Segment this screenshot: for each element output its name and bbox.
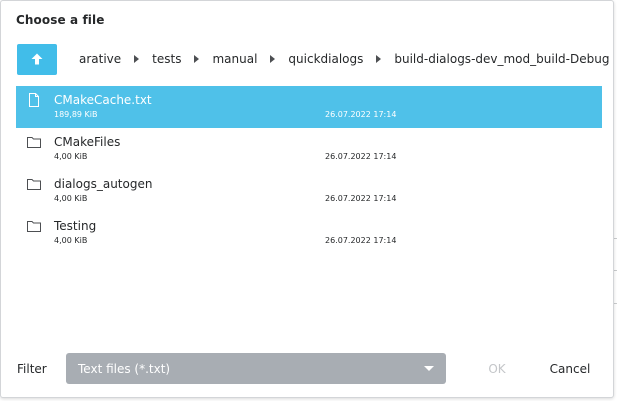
folder-icon: [27, 221, 41, 232]
file-size: 4,00 KiB: [54, 236, 88, 245]
breadcrumb: arative tests manual quickdialogs build-…: [79, 52, 609, 66]
file-modified: 26.07.2022 17:14: [325, 152, 397, 161]
filter-label: Filter: [17, 362, 47, 376]
cancel-button[interactable]: Cancel: [542, 353, 598, 384]
folder-icon: [27, 179, 41, 190]
filter-selected-value: Text files (*.txt): [78, 361, 171, 376]
breadcrumb-bar: arative tests manual quickdialogs build-…: [17, 43, 609, 75]
file-name: dialogs_autogen: [54, 177, 153, 191]
file-name: Testing: [54, 219, 97, 233]
breadcrumb-separator-icon: [376, 55, 382, 63]
breadcrumb-separator-icon: [194, 55, 200, 63]
file-row[interactable]: dialogs_autogen 4,00 KiB 26.07.2022 17:1…: [16, 170, 602, 212]
file-name: CMakeCache.txt: [54, 93, 152, 107]
breadcrumb-item-current[interactable]: build-dialogs-dev_mod_build-Debug: [394, 52, 609, 66]
breadcrumb-item[interactable]: quickdialogs: [288, 52, 363, 66]
file-row[interactable]: CMakeCache.txt 189,89 KiB 26.07.2022 17:…: [16, 86, 602, 128]
file-row[interactable]: CMakeFiles 4,00 KiB 26.07.2022 17:14: [16, 128, 602, 170]
file-dialog: Choose a file arative tests manual quick…: [0, 0, 614, 398]
file-modified: 26.07.2022 17:14: [325, 110, 397, 119]
up-directory-button[interactable]: [17, 43, 57, 75]
file-row[interactable]: Testing 4,00 KiB 26.07.2022 17:14: [16, 212, 602, 254]
dialog-title: Choose a file: [16, 13, 105, 27]
file-modified: 26.07.2022 17:14: [325, 236, 397, 245]
breadcrumb-separator-icon: [270, 55, 276, 63]
filter-combobox[interactable]: Text files (*.txt): [66, 353, 446, 384]
file-size: 189,89 KiB: [54, 110, 98, 119]
file-modified: 26.07.2022 17:14: [325, 194, 397, 203]
file-list: CMakeCache.txt 189,89 KiB 26.07.2022 17:…: [16, 86, 602, 254]
arrow-up-icon: [31, 53, 43, 65]
ok-button[interactable]: OK: [480, 353, 514, 384]
file-icon: [29, 93, 39, 107]
file-size: 4,00 KiB: [54, 152, 88, 161]
file-name: CMakeFiles: [54, 135, 121, 149]
breadcrumb-item[interactable]: arative: [79, 52, 121, 66]
breadcrumb-item[interactable]: manual: [212, 52, 257, 66]
file-size: 4,00 KiB: [54, 194, 88, 203]
chevron-down-icon: [424, 366, 434, 371]
breadcrumb-item[interactable]: tests: [152, 52, 181, 66]
folder-icon: [27, 137, 41, 148]
breadcrumb-separator-icon: [134, 55, 140, 63]
